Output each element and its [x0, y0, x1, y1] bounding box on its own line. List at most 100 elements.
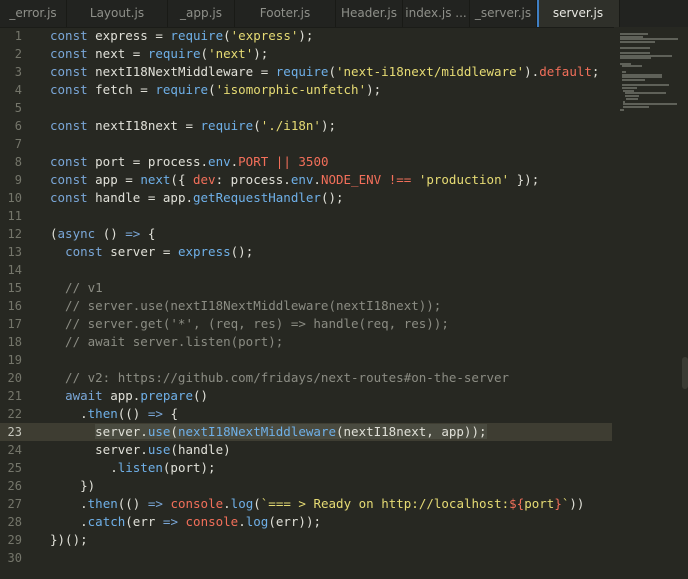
code-token: env	[208, 154, 231, 169]
minimap-line	[620, 51, 650, 54]
line-source: // server.use(nextI18NextMiddleware(next…	[50, 297, 441, 315]
code-token: // server.get('*', (req, res) => handle(…	[50, 316, 449, 331]
code-token: (	[253, 118, 261, 133]
line-number: 21	[7, 389, 22, 403]
code-line[interactable]: 15 // v1	[0, 279, 612, 297]
code-token: // v1	[50, 280, 103, 295]
code-line[interactable]: 14	[0, 261, 612, 279]
tab-app-js[interactable]: _app.js	[168, 0, 235, 27]
code-line[interactable]: 6 const nextI18next = require('./i18n');	[0, 117, 612, 135]
code-token: {	[162, 406, 178, 421]
code-token: .	[223, 496, 231, 511]
tab-bar: _error.js Layout.js _app.js Footer.js Header…	[0, 0, 688, 28]
code-line[interactable]: 17 // server.get('*', (req, res) => hand…	[0, 315, 612, 333]
code-line[interactable]: 24 server.use(handle)	[0, 441, 612, 459]
code-line[interactable]: 26 })	[0, 477, 612, 495]
code-editor[interactable]: _error.js Layout.js _app.js Footer.js Header…	[0, 0, 688, 579]
code-token: use	[147, 424, 171, 439]
code-token: require	[147, 46, 201, 61]
code-line[interactable]: 7	[0, 135, 612, 153]
code-token: await	[65, 388, 111, 403]
code-line[interactable]: 8 const port = process.env.PORT || 3500	[0, 153, 612, 171]
code-line[interactable]: 2 const next = require('next');	[0, 45, 612, 63]
code-line[interactable]: 21 await app.prepare()	[0, 387, 612, 405]
line-source: const fetch = require('isomorphic-unfetc…	[50, 81, 381, 99]
code-token: .	[50, 496, 88, 511]
code-line[interactable]: 10 const handle = app.getRequestHandler()…	[0, 189, 612, 207]
code-line[interactable]: 19	[0, 351, 612, 369]
code-line[interactable]: 12 (async () => {	[0, 225, 612, 243]
code-token: port	[524, 496, 555, 511]
tab-footer-js[interactable]: Footer.js	[235, 0, 336, 27]
line-source: .listen(port);	[50, 459, 215, 477]
code-line[interactable]: 25 .listen(port);	[0, 459, 612, 477]
code-token: async	[57, 226, 96, 241]
tab-error-js[interactable]: _error.js	[0, 0, 67, 27]
code-line[interactable]: 13 const server = express();	[0, 243, 612, 261]
code-token: const	[50, 154, 96, 169]
code-token: server =	[110, 244, 178, 259]
line-source: // v1	[50, 279, 103, 297]
code-line[interactable]: 4 const fetch = require('isomorphic-unfet…	[0, 81, 612, 99]
tab-server-js[interactable]: _server.js	[470, 0, 537, 27]
line-number: 16	[7, 299, 22, 313]
code-token: require	[275, 64, 329, 79]
code-token: .	[238, 514, 246, 529]
code-token: }	[554, 496, 562, 511]
minimap-line	[624, 92, 667, 95]
code-line[interactable]: 5	[0, 99, 612, 117]
line-number: 6	[14, 119, 22, 133]
minimap-line	[621, 76, 663, 79]
tab-server-js[interactable]: server.js	[537, 0, 620, 27]
tab-index-js[interactable]: index.js ...	[403, 0, 470, 27]
scrollbar-thumb[interactable]	[682, 357, 688, 389]
code-line[interactable]: 29})();	[0, 531, 612, 549]
tab-layout-js[interactable]: Layout.js	[67, 0, 168, 27]
code-line[interactable]: 23 server.use(nextI18NextMiddleware(next…	[0, 423, 612, 441]
code-token: express	[177, 244, 231, 259]
code-token: {	[140, 226, 156, 241]
code-line[interactable]: 9 const app = next({ dev: process.env.NOD…	[0, 171, 612, 189]
line-source: (async () => {	[50, 225, 155, 243]
line-source: })();	[50, 531, 88, 549]
code-line[interactable]: 20 // v2: https://github.com/fridays/nex…	[0, 369, 612, 387]
code-token: (err));	[268, 514, 321, 529]
code-line[interactable]: 16 // server.use(nextI18NextMiddleware(n…	[0, 297, 612, 315]
code-token: ();	[230, 244, 254, 259]
code-line[interactable]: 22 .then(() => {	[0, 405, 612, 423]
line-number: 23	[7, 425, 22, 439]
line-number: 27	[7, 497, 22, 511]
code-token: nextI18NextMiddleware	[177, 424, 336, 439]
line-number: 5	[14, 101, 22, 115]
code-line[interactable]: 1 const express = require('express');	[0, 27, 612, 45]
code-token: ))	[569, 496, 585, 511]
code-token: catch	[87, 514, 126, 529]
code-token: log	[230, 496, 254, 511]
tab-header-js[interactable]: Header.js	[336, 0, 403, 27]
code-token: listen	[117, 460, 163, 475]
code-line[interactable]: 11	[0, 207, 612, 225]
code-token: port = process.	[95, 154, 209, 169]
code-line[interactable]: 3 const nextI18NextMiddleware = require('…	[0, 63, 612, 81]
code-token: const	[50, 64, 96, 79]
code-token: 'production'	[418, 172, 510, 187]
code-token: const	[50, 118, 96, 133]
code-token: (	[170, 424, 178, 439]
code-line[interactable]: 28 .catch(err => console.log(err));	[0, 513, 612, 531]
code-line[interactable]: 18 // await server.listen(port);	[0, 333, 612, 351]
code-token: env	[290, 172, 314, 187]
code-line[interactable]: 27 .then(() => console.log(`=== > Ready …	[0, 495, 612, 513]
line-number: 24	[7, 443, 22, 457]
line-source: server.use(handle)	[50, 441, 231, 459]
minimap[interactable]	[614, 27, 688, 579]
line-source: })	[50, 477, 95, 495]
code-token: handle = app.	[95, 190, 193, 205]
minimap-line	[620, 35, 644, 38]
code-token: =>	[147, 406, 163, 421]
line-source: const server = express();	[50, 243, 253, 261]
code-area[interactable]: 1 const express = require('express'); 2 con…	[0, 27, 612, 579]
code-line[interactable]: 30	[0, 549, 612, 567]
